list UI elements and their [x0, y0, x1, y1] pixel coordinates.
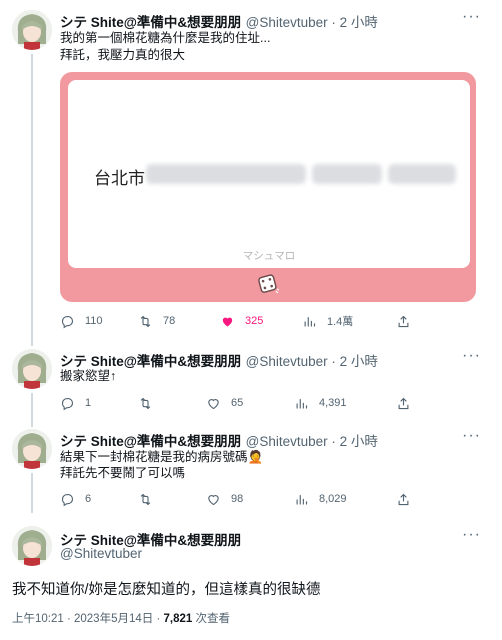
like-count: 325	[245, 315, 264, 327]
tweet-text-line-1: 結果下一封棉花糖是我的病房號碼🤦	[60, 450, 264, 464]
handle[interactable]: @Shitevtuber	[60, 546, 142, 561]
heart-icon	[208, 398, 219, 409]
dice-icon	[256, 272, 280, 301]
views-count: 4,391	[319, 397, 347, 409]
retweet-button[interactable]	[138, 393, 153, 413]
retweet-icon	[140, 315, 151, 327]
thread-line	[31, 54, 33, 346]
share-button[interactable]	[396, 489, 411, 509]
analytics-icon	[304, 316, 316, 326]
avatar[interactable]	[12, 10, 52, 50]
tweet-text-line-2: 拜託，我壓力真的很大	[60, 48, 186, 62]
share-icon	[398, 493, 409, 505]
reply-icon	[61, 315, 74, 328]
tweet-actions: 1 65 4,391	[56, 393, 412, 413]
retweet-count: 78	[163, 315, 176, 327]
views-button[interactable]: 4,391	[294, 393, 347, 413]
like-button[interactable]: 325	[220, 311, 263, 331]
reply-count: 1	[85, 397, 92, 409]
thread-line	[31, 393, 33, 427]
share-icon	[398, 315, 409, 327]
tweet-actions: 6 98 8,029	[56, 489, 412, 509]
avatar[interactable]	[12, 526, 52, 566]
retweet-button[interactable]	[138, 489, 153, 509]
retweet-button[interactable]: 78	[138, 311, 175, 331]
like-button[interactable]: 98	[206, 489, 243, 509]
redacted-address	[312, 164, 382, 184]
tweet-text-line-1: 搬家慾望↑	[60, 369, 117, 383]
tweet-text-line-1: 我的第一個棉花糖為什麼是我的住址...	[60, 31, 271, 45]
tweet-meta: 上午10:21 · 2023年5月14日 · 7,821 次查看	[12, 610, 230, 626]
share-button[interactable]	[396, 311, 411, 331]
more-options-icon[interactable]: ···	[462, 428, 481, 444]
timestamp[interactable]: 上午10:21 · 2023年5月14日 ·	[12, 613, 164, 625]
views-button[interactable]: 8,029	[294, 489, 347, 509]
reply-count: 6	[85, 493, 92, 505]
display-name[interactable]: シテ Shite@準備中&想要朋朋	[60, 354, 241, 369]
tweet-actions: 110 78 325 1.4萬	[56, 311, 412, 331]
reply-button[interactable]: 6	[60, 489, 91, 509]
retweet-icon	[140, 493, 151, 505]
tweet-header: シテ Shite@準備中&想要朋朋 @Shitevtuber · 2 小時	[60, 430, 378, 451]
views-button[interactable]: 1.4萬	[302, 311, 353, 331]
reply-count: 110	[85, 315, 103, 327]
reply-button[interactable]: 110	[60, 311, 103, 331]
reply-icon	[61, 493, 74, 506]
heart-filled-icon	[222, 317, 233, 326]
marshmallow-card[interactable]: 台北市 マシュマロ	[60, 72, 476, 302]
heart-icon	[208, 494, 219, 505]
reply-icon	[61, 397, 74, 410]
like-count: 65	[231, 397, 244, 409]
handle-and-time[interactable]: @Shitevtuber · 2 小時	[246, 434, 378, 449]
share-icon	[398, 397, 409, 409]
handle-and-time[interactable]: @Shitevtuber · 2 小時	[246, 15, 378, 30]
marshmallow-brand: マシュマロ	[242, 250, 296, 262]
views-label: 次查看	[192, 613, 230, 625]
main-tweet-text: 我不知道你/妳是怎麼知道的，但這樣真的很缺德	[12, 582, 321, 598]
reply-button[interactable]: 1	[60, 393, 91, 413]
views-count: 1.4萬	[327, 316, 354, 328]
tweet-text-line-2: 拜託先不要鬧了可以嗎	[60, 466, 186, 480]
analytics-icon	[296, 494, 308, 504]
tweet-header: シテ Shite@準備中&想要朋朋 @Shitevtuber · 2 小時	[60, 11, 378, 32]
like-count: 98	[231, 493, 244, 505]
like-button[interactable]: 65	[206, 393, 243, 413]
more-options-icon[interactable]: ···	[462, 9, 481, 25]
analytics-icon	[296, 398, 308, 408]
display-name[interactable]: シテ Shite@準備中&想要朋朋	[60, 434, 241, 449]
redacted-address	[388, 164, 456, 184]
avatar[interactable]	[12, 349, 52, 389]
retweet-icon	[140, 397, 151, 409]
views-total: 7,821	[163, 613, 193, 625]
more-options-icon[interactable]: ···	[462, 348, 481, 364]
display-name[interactable]: シテ Shite@準備中&想要朋朋	[60, 15, 241, 30]
more-options-icon[interactable]: ···	[462, 527, 481, 543]
thread-line	[31, 473, 33, 513]
handle-and-time[interactable]: @Shitevtuber · 2 小時	[246, 354, 378, 369]
avatar[interactable]	[12, 429, 52, 469]
redacted-address	[146, 164, 306, 184]
share-button[interactable]	[396, 393, 411, 413]
views-count: 8,029	[319, 493, 347, 505]
address-prefix: 台北市	[94, 169, 145, 188]
marshmallow-card-body: 台北市 マシュマロ	[68, 80, 470, 268]
